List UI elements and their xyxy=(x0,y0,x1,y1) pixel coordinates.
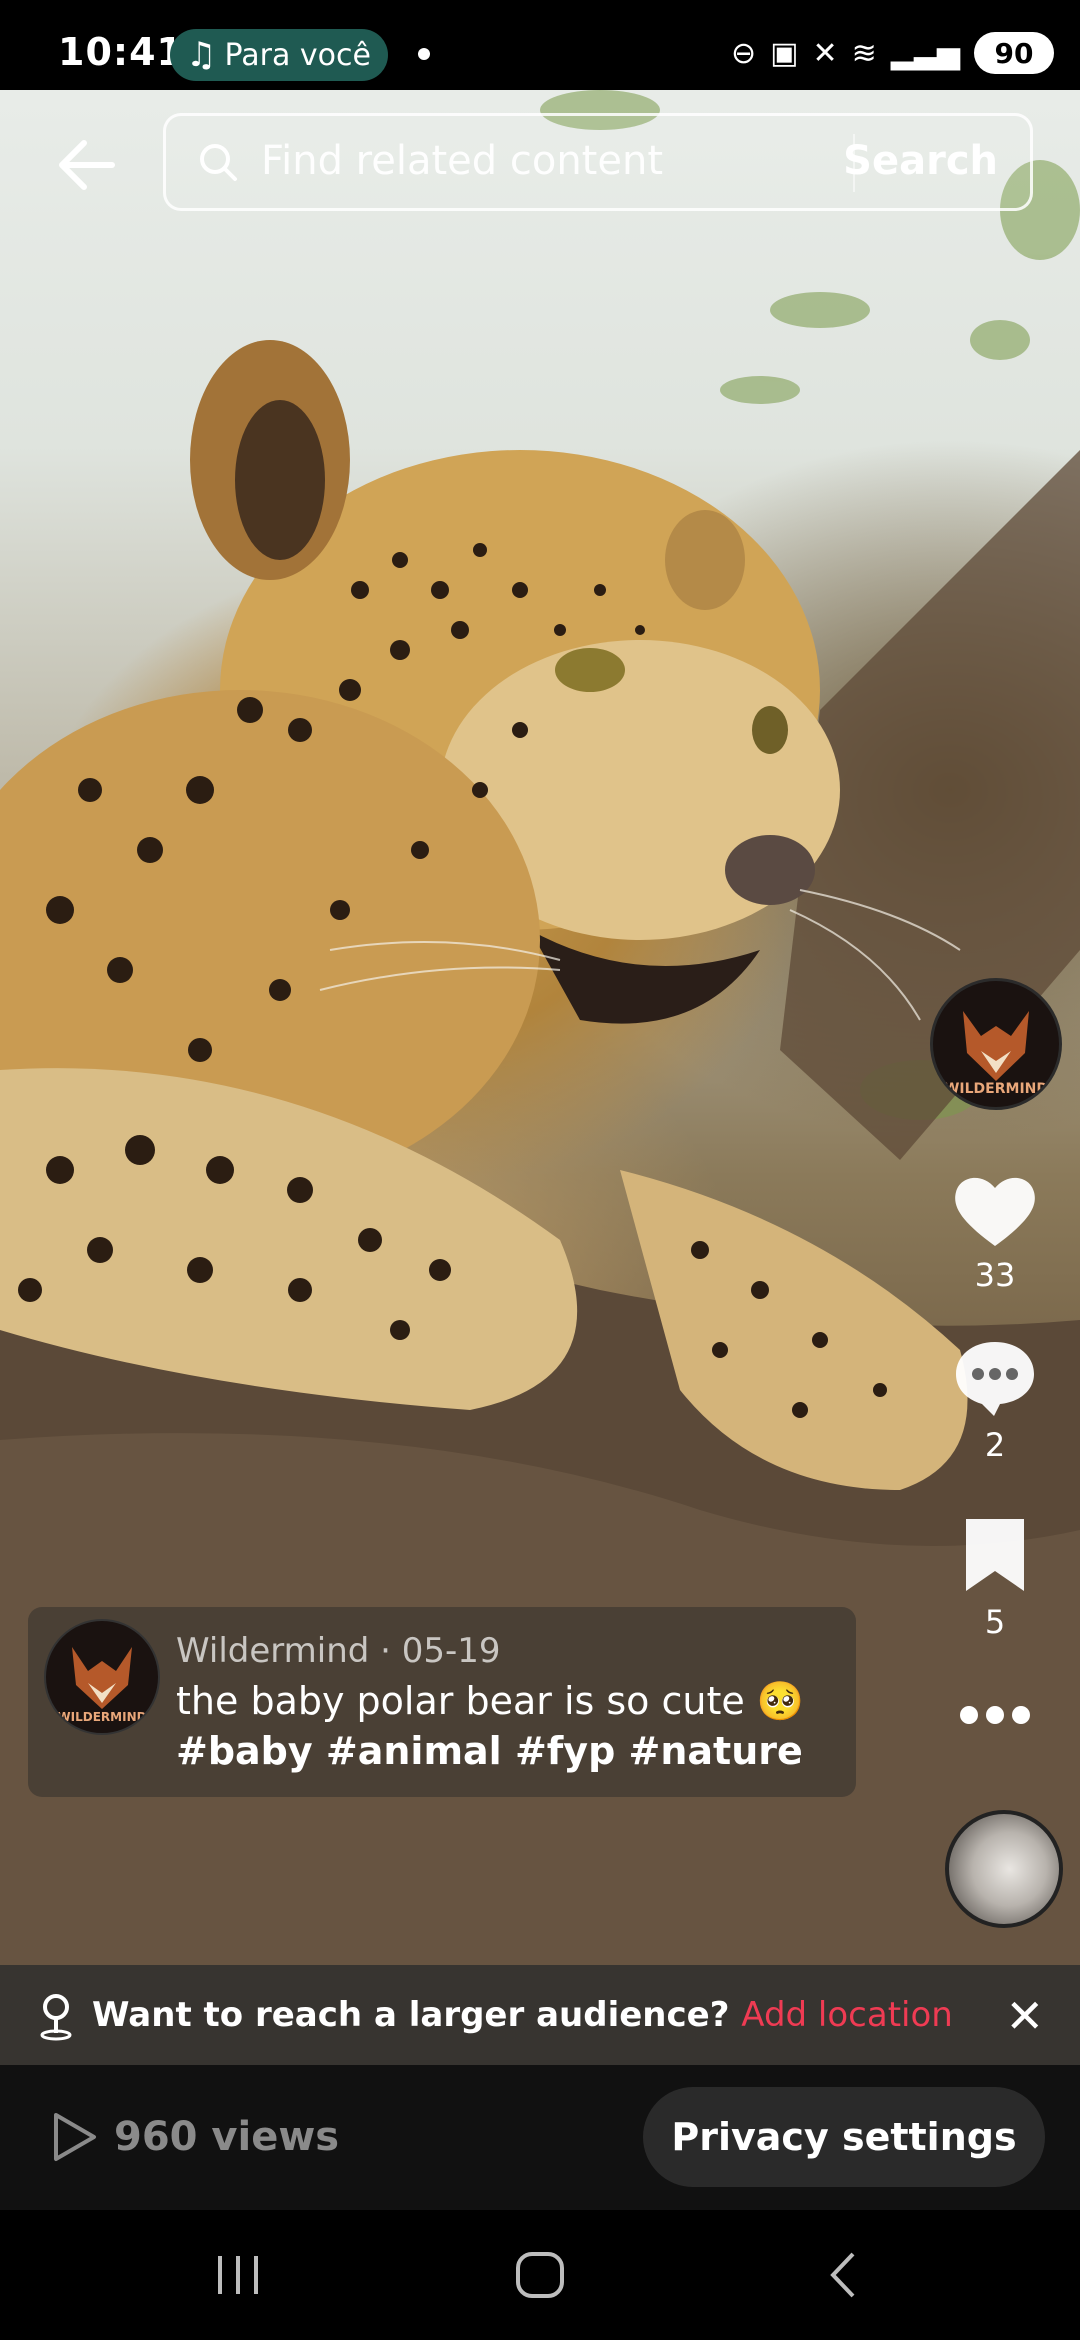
location-pin-icon xyxy=(36,1991,76,2041)
caption-text: the baby polar bear is so cute 🥺 xyxy=(176,1679,805,1723)
status-time: 10:41 xyxy=(58,30,184,74)
location-banner: Want to reach a larger audience? Add loc… xyxy=(0,1965,1080,2065)
video-caption: WILDERMIND Wildermind · 05-19 the baby p… xyxy=(28,1607,856,1797)
signal-icon: ▂▃▅ xyxy=(890,35,960,71)
search-icon xyxy=(198,142,238,182)
caption-avatar[interactable]: WILDERMIND xyxy=(44,1619,160,1735)
recents-icon[interactable] xyxy=(208,2250,268,2300)
comment-button[interactable]: 2 xyxy=(940,1338,1050,1464)
bookmark-icon xyxy=(966,1519,1024,1591)
more-options-button[interactable] xyxy=(940,1700,1050,1734)
hashtags[interactable]: #baby #animal #fyp #nature xyxy=(176,1729,803,1773)
play-icon xyxy=(54,2113,96,2161)
like-count: 33 xyxy=(974,1256,1016,1294)
location-message: Want to reach a larger audience? Add loc… xyxy=(92,1995,953,2035)
like-button[interactable]: 33 xyxy=(940,1172,1050,1294)
search-button[interactable]: Search xyxy=(843,138,998,184)
lock-icon: ▣ xyxy=(770,35,799,71)
privacy-settings-button[interactable]: Privacy settings xyxy=(643,2087,1045,2187)
mute-icon: ✕ xyxy=(812,35,838,71)
home-icon[interactable] xyxy=(510,2250,570,2300)
save-count: 5 xyxy=(984,1603,1006,1641)
music-disc[interactable] xyxy=(945,1810,1063,1928)
heart-icon xyxy=(955,1177,1035,1246)
save-button[interactable]: 5 xyxy=(940,1515,1050,1641)
notification-dot xyxy=(418,48,430,60)
add-location-link[interactable]: Add location xyxy=(741,1995,953,2035)
views-indicator: 960 views xyxy=(50,2111,339,2163)
comment-icon xyxy=(956,1342,1034,1416)
view-count: 960 views xyxy=(114,2114,340,2160)
creator-avatar[interactable]: WILDERMIND xyxy=(930,978,1062,1110)
more-dots-icon xyxy=(960,1706,1030,1724)
wifi-icon: ≋ xyxy=(851,35,877,71)
bottom-bar: 960 views Privacy settings xyxy=(0,2065,1080,2210)
back-arrow-icon[interactable] xyxy=(52,130,122,200)
music-note-icon: ♫ xyxy=(186,35,217,75)
minus-circle-icon: ⊖ xyxy=(731,35,757,71)
author-and-date[interactable]: Wildermind · 05-19 xyxy=(176,1631,501,1671)
system-nav-bar xyxy=(0,2210,1080,2340)
svg-text:WILDERMIND: WILDERMIND xyxy=(57,1710,146,1724)
location-prompt: Want to reach a larger audience? xyxy=(92,1995,730,2035)
search-input[interactable]: Find related content xyxy=(261,138,663,184)
close-icon[interactable]: ✕ xyxy=(1005,1989,1044,2043)
status-icons: ⊖ ▣ ✕ ≋ ▂▃▅ 90 xyxy=(731,32,1054,74)
back-nav-icon[interactable] xyxy=(815,2250,875,2300)
media-pill-label: Para você xyxy=(224,37,371,73)
comment-count: 2 xyxy=(984,1426,1006,1464)
battery-indicator: 90 xyxy=(974,32,1054,74)
media-pill[interactable]: ♫ Para você xyxy=(170,29,388,81)
search-bar[interactable]: Find related content Search xyxy=(163,113,1033,211)
svg-text:WILDERMIND: WILDERMIND xyxy=(944,1081,1048,1097)
status-bar: 10:41 ♫ Para você ⊖ ▣ ✕ ≋ ▂▃▅ 90 xyxy=(0,0,1080,90)
